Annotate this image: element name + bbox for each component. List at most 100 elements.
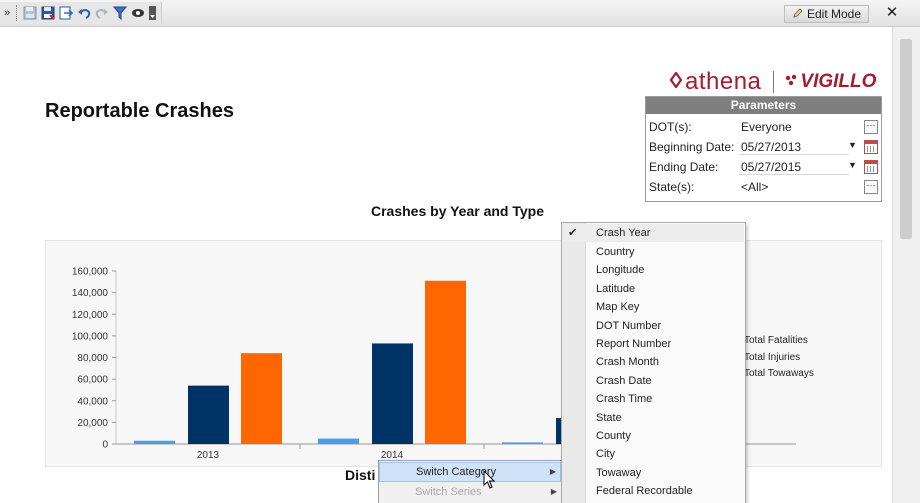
menu-item-switch-series[interactable]: Switch Series ▶	[379, 482, 561, 502]
vertical-scrollbar[interactable]	[892, 27, 920, 503]
param-label: Beginning Date:	[649, 140, 735, 154]
save-icon[interactable]	[22, 5, 38, 21]
bar-total-injuries-2013[interactable]	[188, 385, 229, 444]
param-row-beginning-date: Beginning Date: 05/27/2013 ▼	[646, 137, 881, 157]
submenu-item-label: Towaway	[596, 466, 642, 479]
scrollbar-thumb[interactable]	[900, 39, 912, 239]
beginning-date-input[interactable]: 05/27/2013	[739, 138, 849, 155]
submenu-item[interactable]: Crash Date	[596, 372, 652, 390]
bar-total-towaways-2013[interactable]	[241, 353, 282, 444]
parameters-panel: Parameters DOT(s): Everyone ··· Beginnin…	[645, 96, 882, 202]
context-menu: Switch Category ▶ Switch Series ▶	[378, 460, 562, 503]
y-tick-label: 60,000	[77, 375, 108, 386]
submenu-item[interactable]: Map Key	[596, 298, 639, 316]
category-submenu: ✔ Crash Year Country Longitude Latitude Map K…	[561, 222, 746, 503]
param-row-ending-date: Ending Date: 05/27/2015 ▼	[646, 157, 881, 177]
param-label: Ending Date:	[649, 160, 719, 174]
y-tick-label: 140,000	[72, 288, 109, 299]
second-chart-title: Disti	[345, 467, 376, 483]
submenu-item-label: Report Number	[596, 338, 672, 350]
param-value-dots: Everyone	[741, 120, 792, 134]
dropdown-icon[interactable]	[149, 6, 157, 20]
menu-item-switch-category[interactable]: Switch Category ▶	[379, 462, 561, 482]
submenu-item-label: City	[596, 448, 615, 461]
logo-athena-text: athena	[685, 68, 762, 95]
submenu-item-label: Crash Month	[596, 356, 659, 369]
export-icon[interactable]	[58, 5, 74, 21]
submenu-item[interactable]: Country	[596, 243, 635, 261]
legend-entry: Total Fatalities	[744, 335, 808, 346]
submenu-item[interactable]: Latitude	[596, 280, 635, 298]
submenu-arrow-icon: ▶	[550, 487, 557, 496]
calendar-icon[interactable]	[864, 160, 878, 174]
parameters-header: Parameters	[646, 97, 881, 114]
ending-date-value: 05/27/2015	[741, 160, 802, 174]
y-tick-label: 160,000	[72, 267, 109, 278]
bar-total-towaways-2014[interactable]	[425, 280, 466, 444]
submenu-item[interactable]: Crash Month	[596, 353, 659, 371]
submenu-item-label: Latitude	[596, 282, 636, 295]
chart-area[interactable]: 0 20,000 40,000 60,000 80,000 100,000 120,000 1…	[45, 240, 882, 467]
submenu-gutter	[562, 223, 586, 503]
bar-total-injuries-2014[interactable]	[372, 343, 413, 444]
ending-date-input[interactable]: 05/27/2015	[739, 158, 849, 175]
submenu-item[interactable]: State	[596, 409, 622, 427]
submenu-item[interactable]: Crash Time	[596, 390, 652, 408]
ellipsis-button[interactable]: ···	[864, 180, 878, 194]
submenu-item[interactable]: Longitude	[596, 261, 644, 279]
bar-total-fatalities-2013[interactable]	[134, 440, 175, 444]
submenu-item-label: Crash Date	[596, 374, 652, 387]
ellipsis-button[interactable]: ···	[864, 120, 878, 134]
view-icon[interactable]	[130, 5, 146, 21]
submenu-arrow-icon: ▶	[549, 467, 556, 476]
bar-total-fatalities-2015[interactable]	[502, 442, 543, 444]
beginning-date-value: 05/27/2013	[741, 140, 802, 154]
y-tick-label: 80,000	[77, 353, 108, 364]
submenu-item[interactable]: County	[596, 427, 631, 445]
param-label: DOT(s):	[649, 120, 692, 134]
filter-icon[interactable]	[112, 5, 128, 21]
submenu-item[interactable]: Federal Recordable	[596, 482, 693, 500]
athena-vigillo-logo: athena VIGILLO	[669, 68, 877, 96]
dropdown-arrow-icon[interactable]: ▼	[848, 140, 857, 150]
submenu-item-label: Crash Time	[596, 393, 653, 406]
athena-mark-icon	[669, 70, 683, 93]
checkmark-icon: ✔	[568, 227, 578, 239]
undo-icon[interactable]	[76, 5, 92, 21]
dropdown-arrow-icon[interactable]: ▼	[848, 160, 857, 170]
submenu-item-label: Federal Recordable	[596, 485, 693, 498]
close-icon[interactable]: ✕	[884, 5, 900, 21]
submenu-item-label: Country	[596, 246, 635, 258]
submenu-item-label: DOT Number	[596, 319, 662, 332]
redo-icon[interactable]	[94, 5, 110, 21]
submenu-item[interactable]: Towaway	[596, 464, 641, 482]
toolbar-separator	[16, 5, 18, 21]
y-tick-label: 20,000	[77, 418, 108, 429]
page-title: Reportable Crashes	[45, 100, 234, 122]
y-tick-label: 120,000	[72, 310, 109, 321]
y-tick-label: 0	[102, 440, 108, 451]
x-tick-label: 2013	[197, 450, 220, 461]
param-label: State(s):	[649, 180, 695, 194]
chart-title: Crashes by Year and Type	[371, 203, 545, 219]
submenu-item-label: Longitude	[596, 264, 645, 277]
logo-divider	[773, 71, 775, 93]
submenu-item[interactable]: City	[596, 445, 615, 463]
submenu-item[interactable]: ✔ Crash Year	[563, 224, 744, 242]
logo-vigillo-text: VIGILLO	[800, 71, 877, 92]
param-row-dots: DOT(s): Everyone ···	[646, 117, 881, 137]
bar-total-fatalities-2014[interactable]	[318, 438, 359, 444]
submenu-item[interactable]: Report Number	[596, 335, 671, 353]
param-value-states: <All>	[741, 180, 769, 194]
calendar-icon[interactable]	[864, 140, 878, 154]
vigillo-mark-icon	[784, 73, 798, 92]
expand-chevron-icon[interactable]: »	[4, 7, 10, 19]
edit-mode-label: Edit Mode	[806, 7, 862, 21]
edit-mode-button[interactable]: Edit Mode	[784, 5, 869, 23]
mouse-cursor-icon	[483, 469, 497, 495]
param-row-states: State(s): <All> ···	[646, 177, 881, 197]
save-as-icon[interactable]	[40, 5, 56, 21]
legend-entry: Total Towaways	[744, 368, 814, 379]
submenu-item[interactable]: DOT Number	[596, 317, 661, 335]
submenu-item-label: Crash Year	[596, 227, 651, 239]
